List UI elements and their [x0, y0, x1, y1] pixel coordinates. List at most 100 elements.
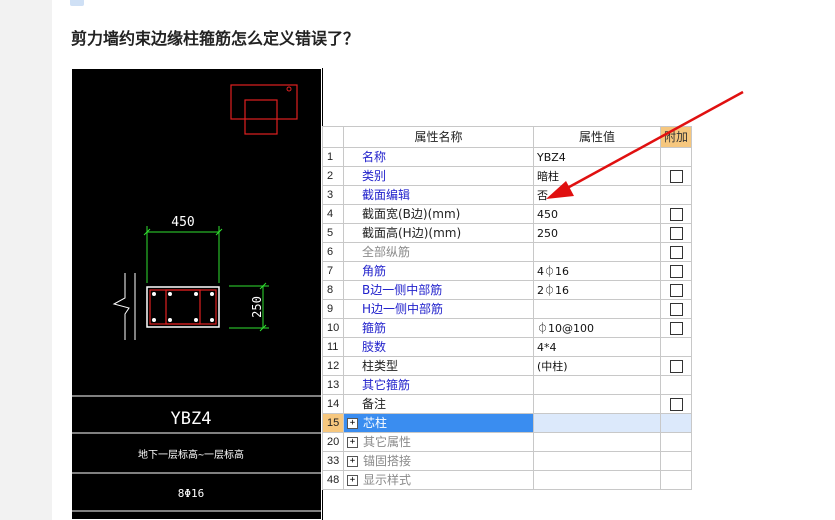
property-value[interactable]: 4*4 — [533, 337, 661, 357]
property-value[interactable] — [533, 451, 661, 471]
expand-icon[interactable]: + — [347, 474, 358, 486]
property-group-row[interactable]: 33 + 锚固搭接 — [322, 451, 692, 471]
property-name[interactable]: 备注 — [343, 394, 534, 414]
extra-cell[interactable] — [660, 261, 692, 281]
question-title: 剪力墙约束边缘柱箍筋怎么定义错误了？ — [71, 29, 360, 48]
property-row[interactable]: 3 截面编辑否 — [322, 185, 692, 205]
extra-checkbox[interactable] — [669, 245, 683, 259]
col-header-value[interactable]: 属性值 — [533, 126, 661, 148]
row-number: 12 — [322, 356, 344, 376]
property-name[interactable]: 类别 — [343, 166, 534, 186]
row-number: 48 — [322, 470, 344, 490]
property-row[interactable]: 7 角筋 4⏀16 — [322, 261, 692, 281]
property-value[interactable]: 250 — [533, 223, 661, 243]
property-grid-header: 属性名称 属性值 附加 — [322, 126, 692, 148]
property-name[interactable]: 截面高(H边)(mm) — [343, 223, 534, 243]
property-row[interactable]: 2 类别 暗柱 — [322, 166, 692, 186]
property-group-label: 芯柱 — [363, 415, 388, 430]
property-value[interactable]: 2⏀16 — [533, 280, 661, 300]
property-value[interactable]: 450 — [533, 204, 661, 224]
extra-checkbox[interactable] — [669, 321, 683, 335]
property-value[interactable] — [533, 432, 661, 452]
property-value[interactable] — [533, 375, 661, 395]
property-name[interactable]: B边一侧中部筋 — [343, 280, 534, 300]
property-name[interactable]: 其它箍筋 — [343, 375, 534, 395]
property-name[interactable]: 截面编辑 — [343, 185, 534, 205]
property-row[interactable]: 14 备注 — [322, 394, 692, 414]
property-row[interactable]: 11 肢数 4*4 — [322, 337, 692, 357]
extra-checkbox[interactable] — [669, 397, 683, 411]
cad-dim-height-label: 250 — [250, 296, 264, 318]
property-group-label: 锚固搭接 — [363, 453, 412, 468]
extra-checkbox[interactable] — [669, 226, 683, 240]
property-row[interactable]: 1 名称 YBZ4 — [322, 147, 692, 167]
extra-cell[interactable] — [660, 204, 692, 224]
row-number: 2 — [322, 166, 344, 186]
property-value[interactable]: 暗柱 — [533, 166, 661, 186]
row-number: 6 — [322, 242, 344, 262]
property-value[interactable]: 否 — [533, 185, 661, 205]
extra-cell[interactable] — [660, 280, 692, 300]
property-group-row[interactable]: 48 + 显示样式 — [322, 470, 692, 490]
extra-checkbox[interactable] — [669, 302, 683, 316]
property-name[interactable]: H边一侧中部筋 — [343, 299, 534, 319]
property-group[interactable]: + 显示样式 — [343, 470, 534, 490]
property-value[interactable] — [533, 413, 661, 433]
extra-cell[interactable] — [660, 394, 692, 414]
extra-cell[interactable] — [660, 299, 692, 319]
property-name[interactable]: 柱类型 — [343, 356, 534, 376]
extra-cell — [660, 432, 692, 452]
property-row[interactable]: 9 H边一侧中部筋 — [322, 299, 692, 319]
property-grid[interactable]: 属性名称 属性值 附加 1 名称 YBZ4 2 类别 暗柱 3 截面编辑否 4 截面宽(B边)(m… — [322, 126, 692, 490]
extra-cell[interactable] — [660, 242, 692, 262]
property-name[interactable]: 全部纵筋 — [343, 242, 534, 262]
property-name[interactable]: 肢数 — [343, 337, 534, 357]
property-row[interactable]: 13 其它箍筋 — [322, 375, 692, 395]
expand-icon[interactable]: + — [347, 455, 358, 467]
extra-checkbox[interactable] — [669, 169, 683, 183]
extra-checkbox[interactable] — [669, 207, 683, 221]
expand-icon[interactable]: + — [347, 436, 358, 448]
extra-cell — [660, 470, 692, 490]
row-number: 5 — [322, 223, 344, 243]
property-value[interactable]: 4⏀16 — [533, 261, 661, 281]
extra-checkbox[interactable] — [669, 359, 683, 373]
property-value[interactable]: YBZ4 — [533, 147, 661, 167]
property-row[interactable]: 12 柱类型 (中柱) — [322, 356, 692, 376]
property-name[interactable]: 箍筋 — [343, 318, 534, 338]
extra-cell — [660, 147, 692, 167]
cad-table-name: YBZ4 — [171, 409, 212, 429]
extra-checkbox[interactable] — [669, 283, 683, 297]
extra-cell[interactable] — [660, 318, 692, 338]
property-row[interactable]: 10 箍筋 ⏀10@100 — [322, 318, 692, 338]
property-row[interactable]: 4 截面宽(B边)(mm) 450 — [322, 204, 692, 224]
user-avatar[interactable] — [70, 0, 84, 6]
extra-cell[interactable] — [660, 223, 692, 243]
property-row[interactable]: 8 B边一侧中部筋 2⏀16 — [322, 280, 692, 300]
property-value[interactable] — [533, 299, 661, 319]
property-name[interactable]: 截面宽(B边)(mm) — [343, 204, 534, 224]
extra-cell[interactable] — [660, 166, 692, 186]
col-header-name[interactable]: 属性名称 — [343, 126, 534, 148]
property-value[interactable]: ⏀10@100 — [533, 318, 661, 338]
property-value[interactable] — [533, 242, 661, 262]
property-value[interactable] — [533, 470, 661, 490]
property-group[interactable]: + 芯柱 — [343, 413, 534, 433]
property-group[interactable]: + 锚固搭接 — [343, 451, 534, 471]
property-name[interactable]: 名称 — [343, 147, 534, 167]
property-row[interactable]: 5 截面高(H边)(mm) 250 — [322, 223, 692, 243]
extra-checkbox[interactable] — [669, 264, 683, 278]
property-value[interactable] — [533, 394, 661, 414]
cad-drawing[interactable]: 450 250 YBZ4 地下一层标高~一层标高 8Φ16 — [71, 68, 323, 520]
row-number: 7 — [322, 261, 344, 281]
extra-cell[interactable] — [660, 356, 692, 376]
property-group[interactable]: + 其它属性 — [343, 432, 534, 452]
property-row[interactable]: 6 全部纵筋 — [322, 242, 692, 262]
property-name[interactable]: 角筋 — [343, 261, 534, 281]
expand-icon[interactable]: + — [347, 417, 358, 429]
property-group-row[interactable]: 20 + 其它属性 — [322, 432, 692, 452]
property-group-row[interactable]: 15 + 芯柱 — [322, 413, 692, 433]
col-header-extra[interactable]: 附加 — [660, 126, 692, 148]
extra-cell — [660, 375, 692, 395]
property-value[interactable]: (中柱) — [533, 356, 661, 376]
